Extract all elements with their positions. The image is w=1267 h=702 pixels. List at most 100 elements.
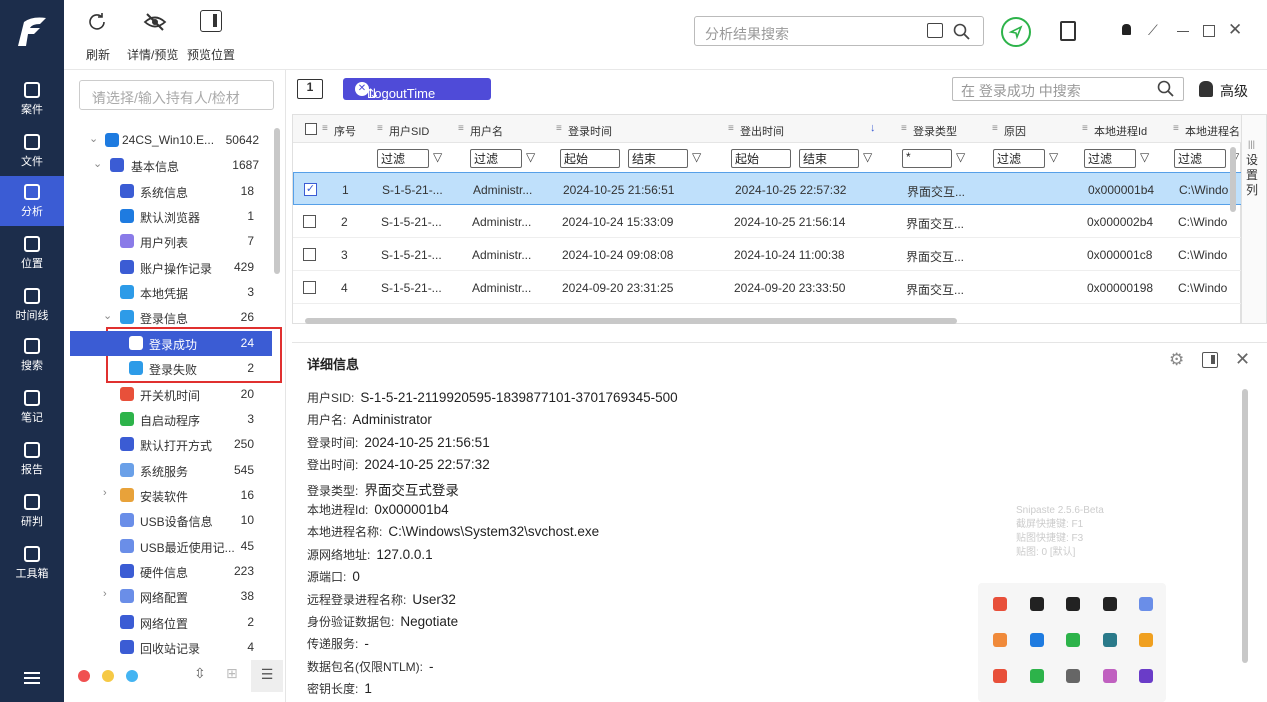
chevron-icon[interactable]: › — [103, 487, 107, 499]
tree-login-info[interactable]: ⌄ 登录信息 26 — [70, 305, 272, 330]
tray-app-icon-10[interactable] — [1139, 633, 1153, 647]
menu-icon[interactable] — [24, 672, 40, 686]
nav-judge[interactable]: 研判 — [0, 486, 64, 536]
grid-hscrollbar[interactable] — [305, 318, 957, 324]
pname-filter[interactable]: 过滤 — [1174, 149, 1226, 168]
preview-position-button[interactable]: 预览位置 — [187, 46, 235, 63]
tray-app-icon-3[interactable] — [1066, 597, 1080, 611]
tree-user-list[interactable]: 用户列表 7 — [70, 229, 272, 254]
col-login-time[interactable]: 登录时间 — [568, 123, 612, 139]
filter-icon[interactable]: ▽ — [956, 150, 965, 164]
chevron-icon[interactable]: › — [103, 588, 107, 600]
filter-icon[interactable]: ▽ — [526, 150, 535, 164]
holder-select-input[interactable]: 请选择/输入持有人/检材 ⌵ — [79, 80, 274, 110]
settings-columns-button[interactable]: ||| 设置列 — [1241, 114, 1267, 324]
close-icon[interactable]: ✕ — [1235, 349, 1250, 370]
tray-play-icon[interactable] — [1029, 669, 1044, 683]
tray-app-icon-5[interactable] — [1139, 597, 1153, 611]
tree-root[interactable]: ⌄ 24CS_Win10.E... 50642 — [70, 128, 272, 153]
tray-app-icon-2[interactable] — [1029, 597, 1044, 611]
filter-icon[interactable]: ▽ — [863, 150, 872, 164]
tree-network-config[interactable]: › 网络配置 38 — [70, 584, 272, 609]
page-number-box[interactable]: 1 — [297, 79, 323, 99]
advanced-search-icon[interactable] — [1199, 81, 1213, 97]
col-login-time-menu-icon[interactable]: ≡ — [556, 123, 562, 134]
table-row[interactable]: 4 S-1-5-21-... Administr... 2024-09-20 23:3… — [293, 271, 1242, 304]
tree-usb-devices[interactable]: USB设备信息 10 — [70, 508, 272, 533]
search-icon[interactable] — [953, 23, 971, 41]
tree-login-failure[interactable]: 登录失败 2 — [70, 356, 272, 381]
col-sid[interactable]: 用户SID — [389, 123, 429, 139]
filter-icon[interactable]: ▽ — [433, 150, 442, 164]
tree-installed-software[interactable]: › 安装软件 16 — [70, 483, 272, 508]
filter-icon[interactable]: ▽ — [692, 150, 701, 164]
chevron-icon[interactable]: ⌄ — [89, 132, 98, 145]
tree-default-open[interactable]: 默认打开方式 250 — [70, 432, 272, 457]
collapse-icon[interactable]: ⇳ — [194, 665, 206, 682]
tree-login-success[interactable]: 登录成功 24 — [70, 330, 272, 356]
tray-nvidia-icon[interactable] — [1066, 633, 1080, 647]
tree-autostart[interactable]: 自启动程序 3 — [70, 407, 272, 432]
advanced-button[interactable]: 高级 — [1220, 81, 1248, 101]
tree-scrollbar[interactable] — [274, 128, 280, 274]
filter-icon[interactable]: ▽ — [1049, 150, 1058, 164]
tree-power-time[interactable]: 开关机时间 20 — [70, 382, 272, 407]
blue-dot-icon[interactable] — [126, 670, 138, 682]
tree-network-location[interactable]: 网络位置 2 — [70, 610, 272, 635]
nav-case[interactable]: 案件 — [0, 74, 64, 124]
tray-app-icon-1[interactable] — [993, 597, 1007, 611]
username-filter[interactable]: 过滤 — [470, 149, 522, 168]
split-layout-icon[interactable] — [200, 10, 222, 32]
tray-shield-icon[interactable] — [1029, 633, 1044, 647]
table-row[interactable]: 2 S-1-5-21-... Administr... 2024-10-24 15:3… — [293, 205, 1242, 238]
chevron-down-icon[interactable]: ⌵ — [92, 87, 265, 102]
close-icon[interactable]: ✕ — [1228, 20, 1242, 40]
col-logout-time[interactable]: 登出时间 — [740, 123, 784, 139]
col-login-type[interactable]: 登录类型 — [913, 123, 957, 139]
minimize-icon[interactable] — [1177, 31, 1189, 32]
type-filter[interactable]: * — [902, 149, 952, 168]
grid-search-input[interactable]: 在 登录成功 中搜索 — [952, 77, 1184, 101]
export-icon[interactable] — [1060, 21, 1076, 41]
col-username[interactable]: 用户名 — [470, 123, 503, 139]
nav-report[interactable]: 报告 — [0, 434, 64, 484]
search-icon[interactable] — [1157, 80, 1175, 98]
maximize-icon[interactable] — [1203, 25, 1215, 37]
pid-filter[interactable]: 过滤 — [1084, 149, 1136, 168]
col-seq-menu-icon[interactable]: ≡ — [322, 123, 328, 134]
refresh-button[interactable]: 刷新 — [86, 46, 110, 63]
col-seq[interactable]: 序号 — [334, 123, 356, 139]
table-row[interactable]: 3 S-1-5-21-... Administr... 2024-10-24 09:0… — [293, 238, 1242, 271]
detail-scrollbar[interactable] — [1242, 389, 1248, 663]
yellow-dot-icon[interactable] — [102, 670, 114, 682]
sort-desc-icon[interactable]: ↓ — [870, 122, 876, 134]
table-row[interactable]: ✓ 1 S-1-5-21-... Administr... 2024-10-25 21:… — [293, 172, 1242, 205]
tree-usb-recent[interactable]: USB最近使用记... 45 — [70, 534, 272, 559]
tree-basic-info[interactable]: ⌄ 基本信息 1687 — [70, 153, 272, 178]
nav-toolbox[interactable]: 工具箱 — [0, 538, 64, 588]
tree-default-browser[interactable]: 默认浏览器 1 — [70, 204, 272, 229]
col-reason[interactable]: 原因 — [1004, 123, 1026, 139]
split-layout-icon[interactable] — [1202, 352, 1218, 368]
row-checkbox[interactable] — [303, 215, 316, 228]
col-login-type-menu-icon[interactable]: ≡ — [901, 123, 907, 134]
tree-system-info[interactable]: 系统信息 18 — [70, 179, 272, 204]
logout-end[interactable]: 结束 — [799, 149, 859, 168]
remove-sort-icon[interactable]: ✕ — [355, 82, 369, 96]
row-checkbox[interactable] — [303, 248, 316, 261]
nav-note[interactable]: 笔记 — [0, 382, 64, 432]
reason-filter[interactable]: 过滤 — [993, 149, 1045, 168]
location-pin-icon[interactable] — [1001, 17, 1031, 47]
sort-chip[interactable]: ⇅ LogoutTime ↓ ✕ — [343, 78, 491, 101]
tree-recycle-bin[interactable]: 回收站记录 4 — [70, 635, 272, 660]
tree-local-credentials[interactable]: 本地凭据 3 — [70, 280, 272, 305]
row-checkbox[interactable] — [303, 281, 316, 294]
red-dot-icon[interactable] — [78, 670, 90, 682]
login-start[interactable]: 起始 — [560, 149, 620, 168]
row-checkbox[interactable]: ✓ — [304, 183, 317, 196]
login-end[interactable]: 结束 — [628, 149, 688, 168]
tray-app-icon-9[interactable] — [1102, 633, 1117, 647]
col-reason-menu-icon[interactable]: ≡ — [992, 123, 998, 134]
user-icon[interactable] — [1122, 24, 1131, 35]
tree-account-log[interactable]: 账户操作记录 429 — [70, 255, 272, 280]
